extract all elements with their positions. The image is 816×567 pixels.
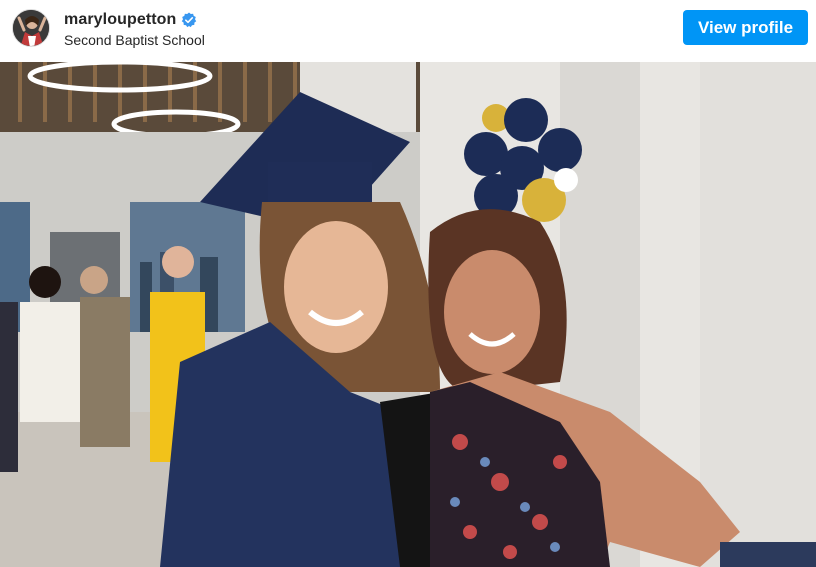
graduation-photo <box>0 62 816 567</box>
avatar[interactable] <box>12 9 50 47</box>
username-row: maryloupetton <box>64 10 205 30</box>
view-profile-button[interactable]: View profile <box>683 10 808 45</box>
verified-badge-icon <box>181 12 197 28</box>
username-link[interactable]: maryloupetton <box>64 11 176 29</box>
post-header: maryloupetton Second Baptist School View… <box>0 0 816 62</box>
profile-avatar-icon <box>13 10 49 46</box>
user-info: maryloupetton Second Baptist School <box>64 10 205 48</box>
location-link[interactable]: Second Baptist School <box>64 32 205 48</box>
post-photo[interactable] <box>0 62 816 567</box>
